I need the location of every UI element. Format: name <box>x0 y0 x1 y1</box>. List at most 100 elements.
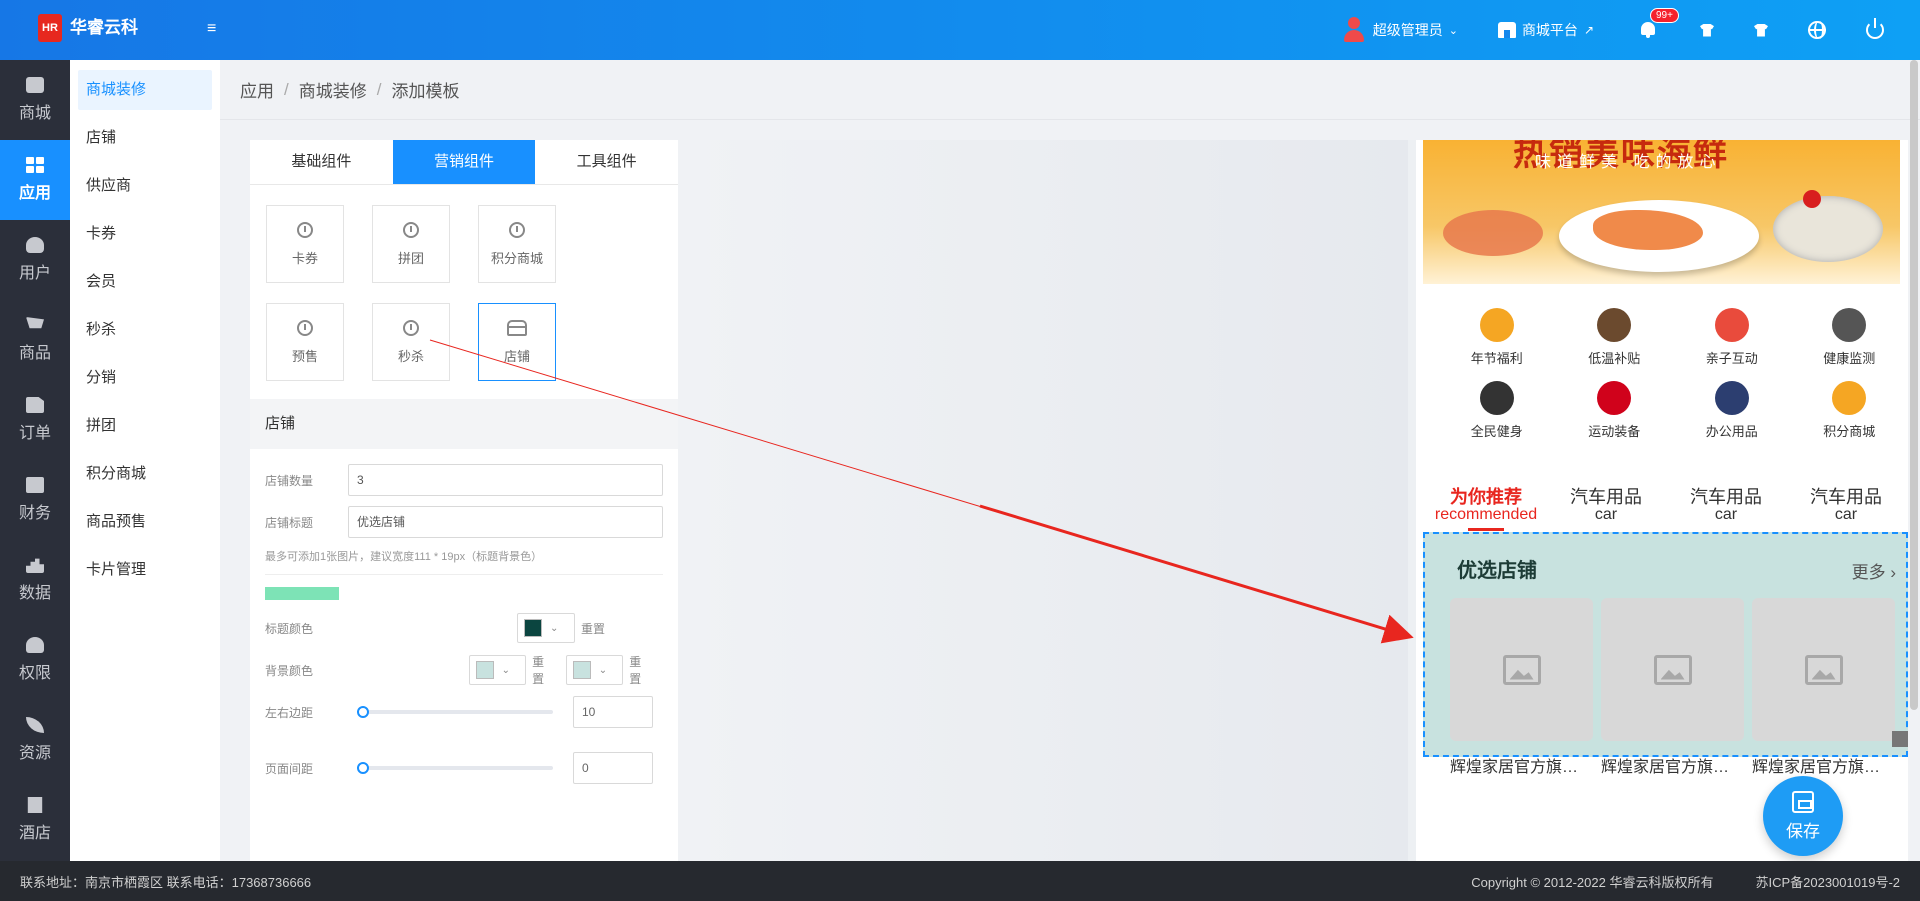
office-icon <box>1714 381 1749 415</box>
color-swatch <box>475 661 494 679</box>
breadcrumb-item[interactable]: 商城装修 <box>299 77 367 102</box>
nav-item-goods[interactable]: 商品 <box>0 300 70 380</box>
subnav-item-supplier[interactable]: 供应商 <box>78 166 212 206</box>
category-item[interactable]: 办公用品 <box>1673 381 1791 440</box>
component-flash-sale[interactable]: 秒杀 <box>372 303 450 381</box>
avatar-icon <box>1343 17 1365 43</box>
category-item[interactable]: 年节福利 <box>1438 308 1556 367</box>
subnav-item-flash-sale[interactable]: 秒杀 <box>78 310 212 350</box>
shop-count-input[interactable]: 3 <box>348 464 663 496</box>
title-color-label: 标题颜色 <box>265 621 314 636</box>
category-item[interactable]: 全民健身 <box>1438 381 1556 440</box>
subnav-item-points-mall[interactable]: 积分商城 <box>78 454 212 494</box>
footer-icp[interactable]: 苏ICP备2023001019号-2 <box>1755 872 1900 891</box>
notification-badge: 99+ <box>1650 8 1679 23</box>
bg-color-reset-1[interactable]: 重置 <box>532 653 556 687</box>
logo-mark: HR <box>38 14 62 42</box>
mall-platform-link[interactable]: 商城平台 ↗ <box>1497 20 1594 40</box>
logout-power-icon[interactable] <box>1866 18 1884 39</box>
main-nav: 商城 应用 用户 商品 订单 财务 数据 权限 资源 酒店 <box>0 60 70 861</box>
category-item[interactable]: 亲子互动 <box>1673 308 1791 367</box>
shop-card[interactable]: 辉煌家居官方旗舰店 <box>1752 598 1895 777</box>
nav-item-users[interactable]: 用户 <box>0 220 70 300</box>
menu-collapse-icon[interactable]: ≡ <box>207 20 216 38</box>
category-item[interactable]: 低温补贴 <box>1556 308 1674 367</box>
breadcrumb-item[interactable]: 应用 <box>240 77 274 102</box>
theme-shirt-icon[interactable] <box>1700 23 1714 37</box>
margin-lr-input[interactable]: 10 <box>573 696 653 728</box>
subnav-item-presale[interactable]: 商品预售 <box>78 502 212 542</box>
subnav-item-group-buy[interactable]: 拼团 <box>78 406 212 446</box>
preview-tab-recommended[interactable]: 为你推荐 recommended <box>1426 488 1546 531</box>
nav-item-finance[interactable]: 财务 <box>0 460 70 540</box>
subnav-item-coupon[interactable]: 卡券 <box>78 214 212 254</box>
title-color-reset[interactable]: 重置 <box>581 620 605 637</box>
page-gap-slider[interactable] <box>357 762 553 774</box>
nav-item-permissions[interactable]: 权限 <box>0 620 70 700</box>
apps-grid-icon <box>26 157 44 173</box>
chevron-down-icon: ⌄ <box>550 622 559 634</box>
skin-shirt-icon[interactable] <box>1754 23 1768 37</box>
shop-card[interactable]: 辉煌家居官方旗舰店 <box>1601 598 1744 777</box>
editor-canvas <box>678 140 1408 861</box>
external-link-icon: ↗ <box>1583 23 1594 37</box>
component-coupon[interactable]: 卡券 <box>266 205 344 283</box>
tab-marketing-components[interactable]: 营销组件 <box>392 140 536 184</box>
shop-title-input[interactable]: 优选店铺 <box>348 506 663 538</box>
subnav-item-mall-decoration[interactable]: 商城装修 <box>78 70 212 110</box>
image-placeholder-icon <box>1653 654 1692 685</box>
chevron-down-icon: ⌄ <box>501 664 510 676</box>
page-gap-input[interactable]: 0 <box>573 752 653 784</box>
category-item[interactable]: 运动装备 <box>1556 381 1674 440</box>
user-menu[interactable]: 超级管理员 ⌄ <box>1343 17 1458 43</box>
nav-item-data[interactable]: 数据 <box>0 540 70 620</box>
margin-lr-slider[interactable] <box>357 706 553 718</box>
banner-subtitle: 味道鲜美 吃的放心 <box>1535 154 1722 171</box>
tab-basic-components[interactable]: 基础组件 <box>250 140 393 184</box>
tab-tool-components[interactable]: 工具组件 <box>535 140 678 184</box>
logo[interactable]: HR 华睿云科 <box>38 14 138 42</box>
save-icon <box>1792 790 1814 813</box>
component-grid: 卡券 拼团 积分商城 预售 秒杀 店铺 <box>250 185 678 401</box>
banner-image[interactable]: 热销美味海鲜 味道鲜美 吃的放心 <box>1423 140 1900 284</box>
shop-count-label: 店铺数量 <box>265 473 314 488</box>
shop-card[interactable]: 辉煌家居官方旗舰店 <box>1450 598 1593 777</box>
clock-icon <box>297 319 313 336</box>
nav-item-orders[interactable]: 订单 <box>0 380 70 460</box>
category-item[interactable]: 健康监测 <box>1791 308 1909 367</box>
store-icon <box>1497 22 1516 38</box>
section-title: 店铺 <box>250 399 678 449</box>
component-presale[interactable]: 预售 <box>266 303 344 381</box>
language-globe-icon[interactable] <box>1808 21 1826 39</box>
title-background-swatch[interactable] <box>265 587 339 600</box>
nav-item-apps[interactable]: 应用 <box>0 140 70 220</box>
category-item[interactable]: 积分商城 <box>1791 381 1909 440</box>
preview-tab-car[interactable]: 汽车用品 car <box>1786 488 1906 531</box>
component-points-mall[interactable]: 积分商城 <box>478 205 556 283</box>
nav-item-mall[interactable]: 商城 <box>0 60 70 140</box>
subnav-item-member[interactable]: 会员 <box>78 262 212 302</box>
slider-knob[interactable] <box>357 762 369 774</box>
notification-bell-icon[interactable]: 99+ <box>1638 8 1679 40</box>
title-color-picker[interactable]: ⌄ <box>517 613 575 643</box>
save-button[interactable]: 保存 <box>1763 776 1843 856</box>
shop-section-preview[interactable]: 优选店铺 更多 › 辉煌家居官方旗舰店 辉煌家居官方旗舰店 辉煌家居官方旗舰店 <box>1423 532 1908 776</box>
slider-knob[interactable] <box>357 706 369 718</box>
delete-tag-icon[interactable] <box>1892 731 1908 747</box>
bg-color-picker-2[interactable]: ⌄ <box>565 655 624 685</box>
preview-tab-car[interactable]: 汽车用品 car <box>1546 488 1666 531</box>
shop-name: 辉煌家居官方旗舰店 <box>1601 759 1744 776</box>
subnav-item-card-manage[interactable]: 卡片管理 <box>78 550 212 590</box>
bg-color-picker-1[interactable]: ⌄ <box>468 655 527 685</box>
preview-tab-car[interactable]: 汽车用品 car <box>1666 488 1786 531</box>
page-scrollbar[interactable] <box>1910 60 1918 710</box>
more-link[interactable]: 更多 › <box>1852 558 1896 583</box>
bg-color-reset-2[interactable]: 重置 <box>629 653 653 687</box>
component-shop[interactable]: 店铺 <box>478 303 556 381</box>
subnav-item-shop[interactable]: 店铺 <box>78 118 212 158</box>
nav-item-hotel[interactable]: 酒店 <box>0 780 70 860</box>
subnav-item-distribution[interactable]: 分销 <box>78 358 212 398</box>
nav-item-resources[interactable]: 资源 <box>0 700 70 780</box>
component-group-buy[interactable]: 拼团 <box>372 205 450 283</box>
component-panel: 基础组件 营销组件 工具组件 卡券 拼团 积分商城 预售 秒杀 店铺 店铺 店铺… <box>250 140 678 861</box>
